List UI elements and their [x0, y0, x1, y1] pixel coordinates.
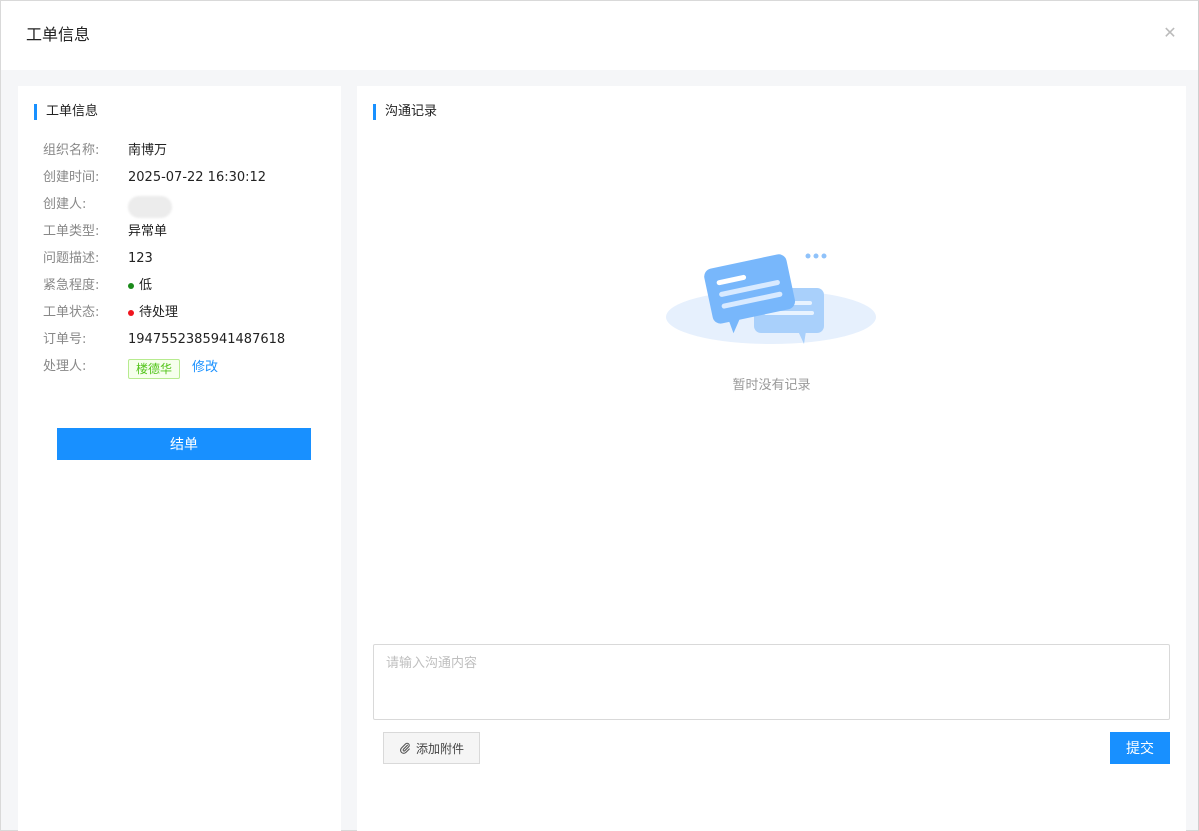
empty-state-text: 暂时没有记录	[732, 378, 811, 393]
field-handler: 处理人: 楼德华 修改	[43, 356, 218, 379]
field-label: 订单号:	[43, 332, 87, 347]
field-label: 紧急程度:	[43, 278, 100, 293]
field-value: 1947552385941487618	[128, 332, 286, 347]
field-value: 南博万	[128, 143, 168, 158]
field-value: 异常单	[128, 224, 168, 239]
add-attachment-label: 添加附件	[415, 741, 464, 756]
ticket-dialog: 工单信息 ✕ 工单信息 组织名称: 南博万 创建时间: 2025-07-22 1…	[0, 0, 1199, 831]
paperclip-icon	[400, 742, 410, 754]
field-creator: 创建人:	[43, 192, 172, 218]
edit-handler-link[interactable]: 修改	[192, 358, 218, 378]
close-icon[interactable]: ✕	[1162, 25, 1178, 41]
field-value: 2025-07-22 16:30:12	[128, 170, 267, 185]
status-dot-icon	[128, 310, 134, 316]
handler-tag: 楼德华	[128, 358, 181, 379]
status-dot-icon	[128, 283, 134, 289]
section-title-ticket-info: 工单信息	[34, 104, 98, 120]
urgency-text: 低	[139, 278, 153, 293]
dialog-header: 工单信息 ✕	[1, 1, 1198, 70]
field-description: 问题描述: 123	[43, 249, 153, 269]
field-label: 问题描述:	[43, 251, 100, 266]
communication-panel: 沟通记录 暂时没有记录 添加附	[357, 86, 1186, 831]
message-input[interactable]	[373, 644, 1170, 720]
section-title-communication: 沟通记录	[373, 104, 437, 120]
dialog-title: 工单信息	[26, 25, 91, 44]
status-value: 待处理	[128, 303, 178, 323]
field-order-no: 订单号: 1947552385941487618	[43, 330, 285, 350]
field-urgency: 紧急程度: 低	[43, 276, 152, 296]
field-org: 组织名称: 南博万	[43, 141, 167, 161]
redacted-blob	[128, 196, 172, 218]
urgency-value: 低	[128, 276, 152, 296]
field-value: 123	[128, 251, 153, 266]
handler-value: 楼德华 修改	[128, 356, 218, 379]
field-label: 创建时间:	[43, 170, 100, 185]
field-label: 组织名称:	[43, 143, 100, 158]
submit-button[interactable]: 提交	[1110, 732, 1170, 764]
status-text: 待处理	[139, 305, 179, 320]
field-label: 工单类型:	[43, 224, 100, 239]
creator-redacted	[128, 192, 172, 218]
field-label: 处理人:	[43, 359, 87, 374]
empty-chat-illustration-icon	[666, 253, 876, 344]
ticket-info-panel: 工单信息 组织名称: 南博万 创建时间: 2025-07-22 16:30:12…	[18, 86, 341, 831]
close-order-button[interactable]: 结单	[57, 428, 311, 460]
field-type: 工单类型: 异常单	[43, 222, 167, 242]
add-attachment-button[interactable]: 添加附件	[383, 732, 480, 764]
field-status: 工单状态: 待处理	[43, 303, 178, 323]
field-label: 工单状态:	[43, 305, 100, 320]
field-label: 创建人:	[43, 197, 87, 212]
field-created-time: 创建时间: 2025-07-22 16:30:12	[43, 168, 266, 188]
